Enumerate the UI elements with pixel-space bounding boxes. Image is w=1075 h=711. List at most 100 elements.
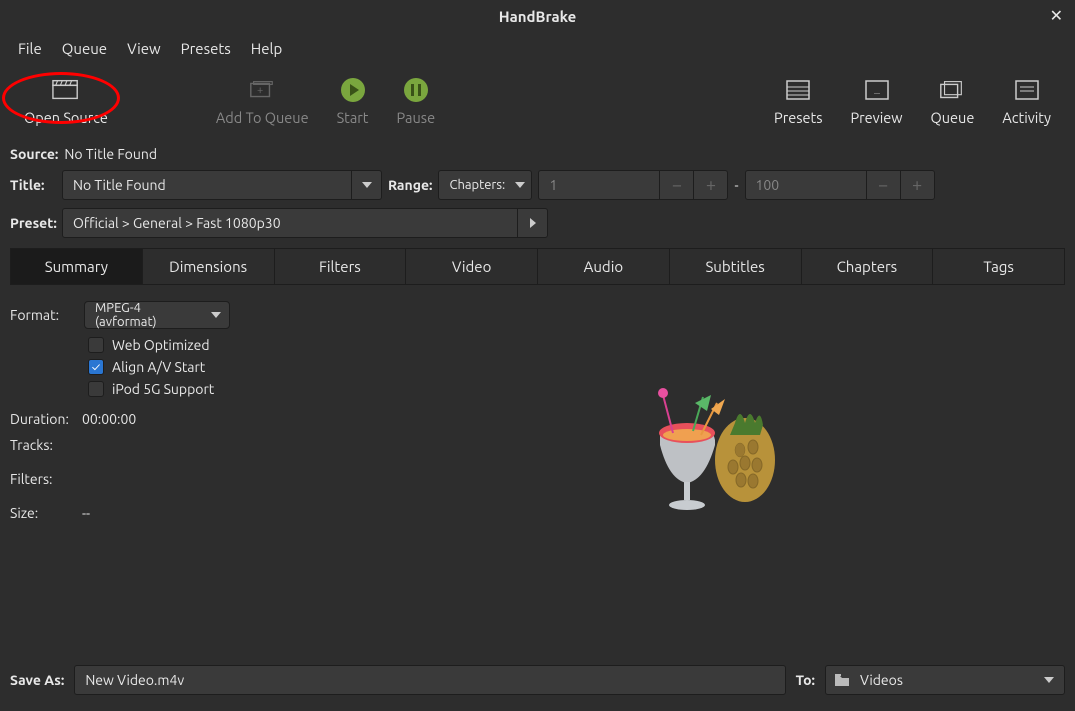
start-button[interactable]: Start [323, 73, 383, 130]
filters-label: Filters: [10, 471, 72, 487]
checkbox-icon [88, 337, 104, 353]
summary-panel: Format: MPEG-4 (avformat) Web Optimized … [0, 285, 1075, 585]
title-combo-value: No Title Found [63, 177, 351, 193]
preset-label: Preset: [10, 215, 56, 231]
play-icon [339, 77, 367, 103]
open-source-button[interactable]: Open Source [10, 73, 122, 130]
align-av-checkbox[interactable]: ✓ Align A/V Start [88, 359, 1065, 375]
range-label: Range: [388, 177, 432, 193]
activity-label: Activity [1002, 109, 1051, 126]
format-label: Format: [10, 307, 68, 323]
queue-icon [938, 77, 966, 103]
presets-button[interactable]: Presets [760, 73, 836, 130]
tabs: Summary Dimensions Filters Video Audio S… [10, 248, 1065, 285]
save-as-input[interactable] [74, 665, 785, 695]
format-value: MPEG-4 (avformat) [85, 301, 211, 329]
range-mode-value: Chapters: [439, 178, 515, 192]
preview-icon: ··· [863, 77, 891, 103]
open-source-label: Open Source [24, 109, 108, 126]
range-from-input[interactable] [539, 177, 659, 193]
window-title: HandBrake [499, 8, 577, 25]
source-label: Source: [10, 146, 58, 162]
queue-button[interactable]: Queue [917, 73, 989, 130]
chevron-down-icon [1034, 666, 1064, 694]
tracks-label: Tracks: [10, 437, 72, 453]
preview-label: Preview [851, 109, 903, 126]
range-to-input[interactable] [746, 177, 866, 193]
preview-button[interactable]: ··· Preview [837, 73, 917, 130]
source-row: Source: No Title Found [0, 142, 1075, 166]
range-from-spinner[interactable]: − + [538, 170, 728, 200]
to-folder-combo[interactable]: Videos [825, 665, 1065, 695]
menu-help[interactable]: Help [241, 36, 292, 61]
titlebar: HandBrake ✕ [0, 0, 1075, 32]
to-folder-value: Videos [850, 672, 1034, 688]
svg-text:···: ··· [874, 89, 880, 98]
tab-summary[interactable]: Summary [10, 248, 143, 284]
chevron-down-icon [515, 182, 525, 188]
queue-add-icon: + [248, 77, 276, 103]
size-value: -- [82, 505, 90, 521]
pause-label: Pause [397, 109, 436, 126]
tab-chapters[interactable]: Chapters [802, 248, 934, 284]
presets-icon [784, 77, 812, 103]
checkbox-icon [88, 381, 104, 397]
ipod-label: iPod 5G Support [112, 381, 214, 397]
range-to-spinner[interactable]: − + [745, 170, 935, 200]
tab-subtitles[interactable]: Subtitles [670, 248, 802, 284]
menu-queue[interactable]: Queue [52, 36, 117, 61]
queue-label: Queue [931, 109, 975, 126]
range-separator: - [734, 177, 738, 193]
to-label: To: [796, 672, 815, 688]
svg-text:+: + [257, 85, 263, 97]
add-to-queue-label: Add To Queue [216, 109, 309, 126]
toolbar: Open Source + Add To Queue Start Pause P… [0, 65, 1075, 142]
decrement-button[interactable]: − [659, 171, 693, 199]
format-combo[interactable]: MPEG-4 (avformat) [84, 301, 230, 329]
tab-dimensions[interactable]: Dimensions [143, 248, 275, 284]
checkbox-checked-icon: ✓ [88, 359, 104, 375]
tab-filters[interactable]: Filters [275, 248, 407, 284]
chevron-down-icon [211, 312, 221, 318]
align-av-label: Align A/V Start [112, 359, 205, 375]
web-optimized-checkbox[interactable]: Web Optimized [88, 337, 1065, 353]
preset-combo[interactable]: Official > General > Fast 1080p30 [62, 208, 548, 238]
preset-combo-value: Official > General > Fast 1080p30 [63, 215, 517, 231]
menu-view[interactable]: View [117, 36, 171, 61]
tab-audio[interactable]: Audio [538, 248, 670, 284]
increment-button[interactable]: + [693, 171, 727, 199]
title-label: Title: [10, 177, 56, 193]
decrement-button[interactable]: − [866, 171, 900, 199]
source-value: No Title Found [64, 146, 157, 162]
range-mode-combo[interactable]: Chapters: [438, 170, 532, 200]
duration-label: Duration: [10, 411, 72, 427]
presets-label: Presets [774, 109, 822, 126]
title-combo[interactable]: No Title Found [62, 170, 382, 200]
add-to-queue-button[interactable]: + Add To Queue [202, 73, 323, 130]
film-clap-icon [52, 77, 80, 103]
preset-row: Preset: Official > General > Fast 1080p3… [0, 204, 1075, 242]
close-icon[interactable]: ✕ [1050, 6, 1063, 25]
tab-video[interactable]: Video [406, 248, 538, 284]
ipod-checkbox[interactable]: iPod 5G Support [88, 381, 1065, 397]
activity-icon [1013, 77, 1041, 103]
bottom-bar: Save As: To: Videos [0, 657, 1075, 711]
pause-icon [402, 77, 430, 103]
handbrake-logo [645, 385, 795, 515]
folder-icon [834, 673, 850, 687]
save-as-label: Save As: [10, 672, 64, 688]
chevron-right-icon [517, 209, 547, 237]
menu-file[interactable]: File [8, 36, 52, 61]
menubar: File Queue View Presets Help [0, 32, 1075, 65]
size-label: Size: [10, 505, 42, 521]
chevron-down-icon [351, 171, 381, 199]
menu-presets[interactable]: Presets [171, 36, 241, 61]
web-optimized-label: Web Optimized [112, 337, 210, 353]
start-label: Start [337, 109, 369, 126]
pause-button[interactable]: Pause [383, 73, 450, 130]
title-row: Title: No Title Found Range: Chapters: −… [0, 166, 1075, 204]
increment-button[interactable]: + [900, 171, 934, 199]
activity-button[interactable]: Activity [988, 73, 1065, 130]
duration-value: 00:00:00 [82, 411, 136, 427]
tab-tags[interactable]: Tags [933, 248, 1065, 284]
